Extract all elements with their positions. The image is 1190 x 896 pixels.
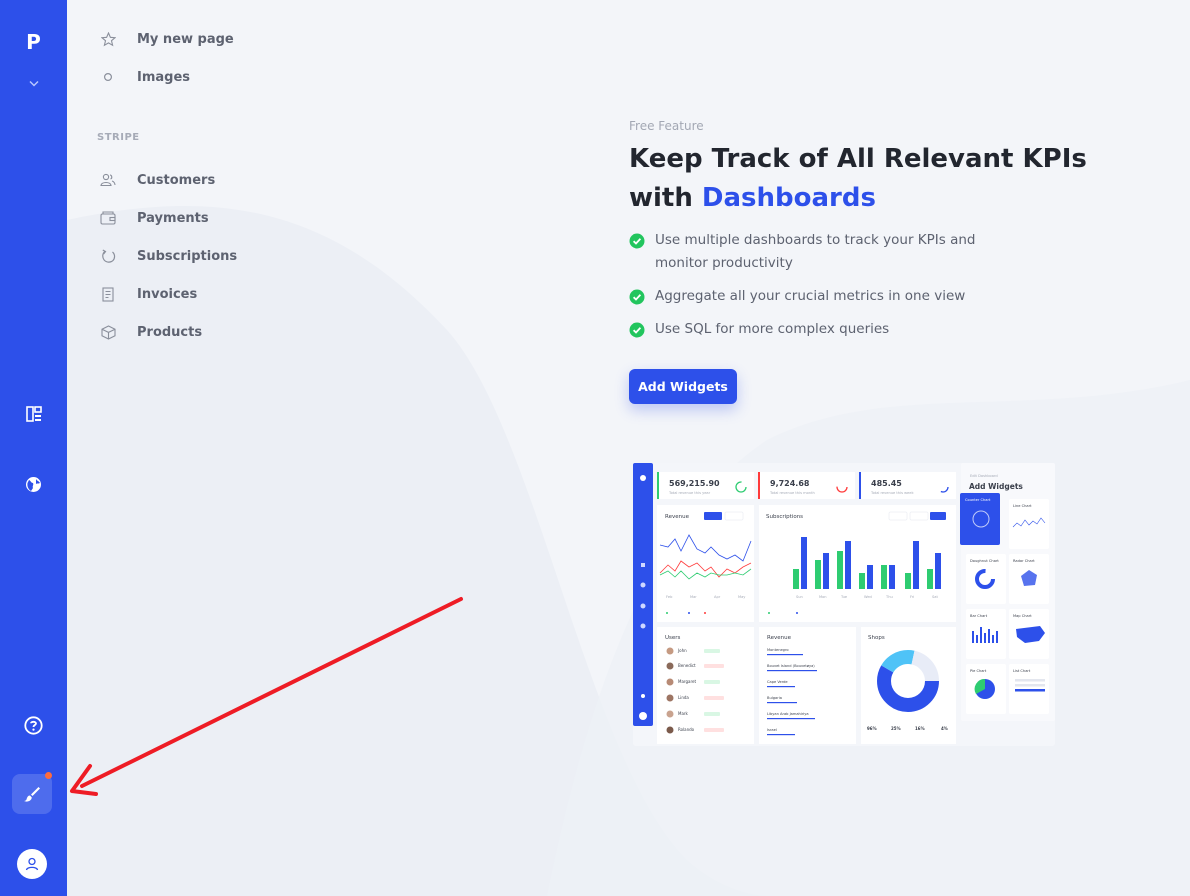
annotation-arrow xyxy=(70,597,463,796)
